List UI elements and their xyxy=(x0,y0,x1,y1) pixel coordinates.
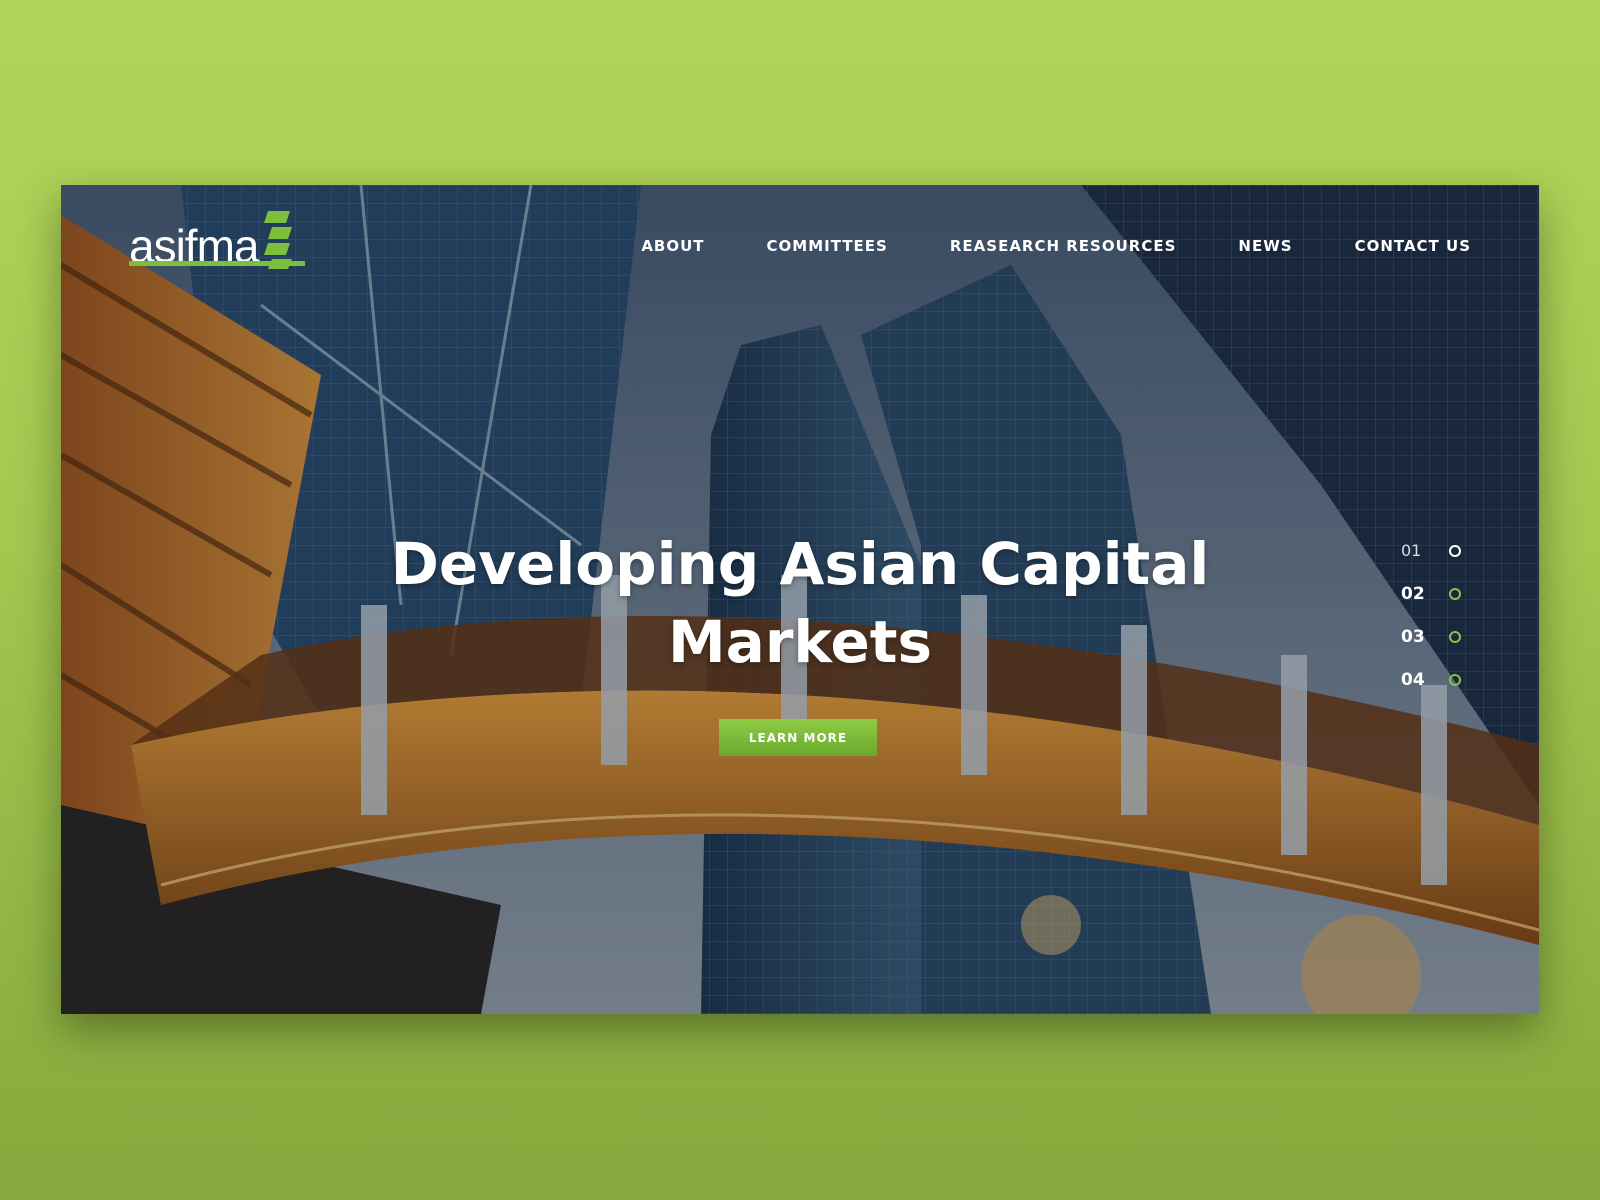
slide-pagination: 01 02 03 04 xyxy=(1401,529,1461,701)
nav-contact-us[interactable]: CONTACT US xyxy=(1355,237,1471,255)
nav-research-resources[interactable]: REASEARCH RESOURCES xyxy=(950,237,1177,255)
website-screenshot: asifma ABOUT COMMITTEES REASEARCH RESOUR… xyxy=(61,185,1539,1014)
hero-section: Developing Asian Capital Markets xyxy=(61,525,1539,681)
hero-title: Developing Asian Capital Markets xyxy=(390,530,1210,676)
slide-dot-icon xyxy=(1449,630,1461,643)
slide-dot-icon xyxy=(1449,587,1461,600)
main-navigation: ABOUT COMMITTEES REASEARCH RESOURCES NEW… xyxy=(641,237,1471,255)
slide-number: 02 xyxy=(1401,583,1425,604)
slide-number: 03 xyxy=(1401,626,1425,647)
nav-committees[interactable]: COMMITTEES xyxy=(767,237,888,255)
logo-underline xyxy=(129,261,305,266)
learn-more-button[interactable]: LEARN MORE xyxy=(719,719,877,756)
nav-about[interactable]: ABOUT xyxy=(641,237,704,255)
slide-dot-icon xyxy=(1449,673,1461,686)
slide-dot-icon xyxy=(1449,544,1461,557)
slide-number: 04 xyxy=(1401,669,1425,690)
slide-indicator-04[interactable]: 04 xyxy=(1401,658,1461,701)
slide-indicator-01[interactable]: 01 xyxy=(1401,529,1461,572)
slide-number: 01 xyxy=(1401,541,1422,560)
slide-indicator-03[interactable]: 03 xyxy=(1401,615,1461,658)
nav-news[interactable]: NEWS xyxy=(1238,237,1292,255)
slide-indicator-02[interactable]: 02 xyxy=(1401,572,1461,615)
